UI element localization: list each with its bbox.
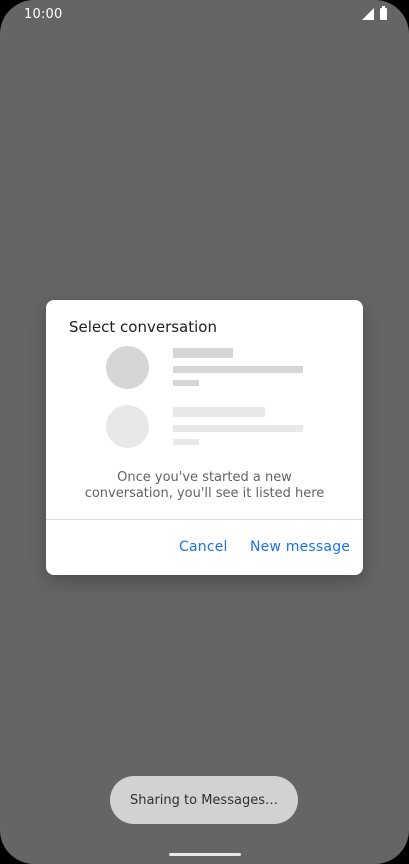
status-bar: 10:00 [0,0,409,30]
placeholder-line [173,380,199,386]
select-conversation-dialog: Select conversation Once you've started … [46,300,363,575]
battery-icon [380,6,387,20]
placeholder-avatar [106,346,149,389]
placeholder-line [173,348,233,358]
status-icons [362,6,387,20]
placeholder-line [173,407,265,417]
dialog-divider [46,519,363,520]
placeholder-line [173,366,303,373]
home-gesture-handle[interactable] [169,853,241,856]
placeholder-conversation-1 [106,346,346,392]
cancel-button[interactable]: Cancel [179,539,228,555]
placeholder-line [173,425,303,432]
placeholder-avatar [106,405,149,448]
placeholder-conversation-2 [106,405,346,451]
phone-screen: 10:00 Select conversation Once you've st… [0,0,409,864]
empty-state-message: Once you've started a new conversation, … [84,470,325,501]
dialog-title: Select conversation [69,318,217,336]
status-time: 10:00 [24,7,63,22]
placeholder-line [173,439,199,445]
cell-signal-icon [362,8,374,20]
sharing-toast: Sharing to Messages… [110,776,298,824]
new-message-button[interactable]: New message [250,539,350,555]
toast-text: Sharing to Messages… [130,792,278,808]
